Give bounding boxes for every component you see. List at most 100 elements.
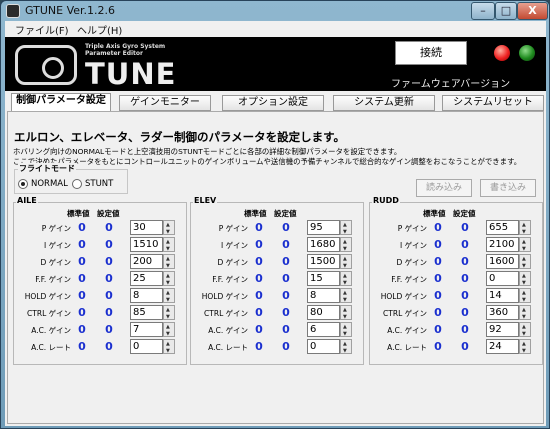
load-button[interactable]: 読み込み: [416, 179, 472, 197]
spin-down-icon[interactable]: ▼: [522, 229, 526, 235]
elev-ac-gain-input[interactable]: 6: [307, 322, 340, 337]
spinner-buttons[interactable]: ▲ ▼: [340, 305, 352, 320]
spinner-buttons[interactable]: ▲ ▼: [340, 271, 352, 286]
write-button[interactable]: 書き込み: [480, 179, 536, 197]
rudd-ctrl-gain-input[interactable]: 360: [486, 305, 519, 320]
spinner-buttons[interactable]: ▲ ▼: [340, 254, 352, 269]
elev-ctrl-gain-input[interactable]: 80: [307, 305, 340, 320]
elev-d-gain-input[interactable]: 1500: [307, 254, 340, 269]
elev-ff-gain-input[interactable]: 15: [307, 271, 340, 286]
spin-up-icon[interactable]: ▲: [522, 341, 526, 347]
spin-down-icon[interactable]: ▼: [343, 348, 347, 354]
spin-up-icon[interactable]: ▲: [166, 324, 170, 330]
spin-up-icon[interactable]: ▲: [166, 222, 170, 228]
spinner-buttons[interactable]: ▲ ▼: [163, 254, 175, 269]
spin-up-icon[interactable]: ▲: [522, 307, 526, 313]
spin-up-icon[interactable]: ▲: [522, 222, 526, 228]
spin-up-icon[interactable]: ▲: [166, 307, 170, 313]
title-bar[interactable]: GTUNE Ver.1.2.6 – □ X: [1, 1, 549, 21]
tab-options[interactable]: オプション設定: [222, 95, 324, 111]
aile-ctrl-gain-input[interactable]: 85: [130, 305, 163, 320]
spin-down-icon[interactable]: ▼: [522, 348, 526, 354]
spin-down-icon[interactable]: ▼: [343, 280, 347, 286]
elev-ac-rate-input[interactable]: 0: [307, 339, 340, 354]
spinner-buttons[interactable]: ▲ ▼: [519, 288, 531, 303]
menu-file[interactable]: ファイル(F): [15, 22, 69, 37]
spinner-buttons[interactable]: ▲ ▼: [163, 339, 175, 354]
spin-up-icon[interactable]: ▲: [166, 290, 170, 296]
rudd-d-gain-input[interactable]: 1600: [486, 254, 519, 269]
spin-down-icon[interactable]: ▼: [166, 280, 170, 286]
aile-d-gain-input[interactable]: 200: [130, 254, 163, 269]
elev-i-gain-input[interactable]: 1680: [307, 237, 340, 252]
tab-gain-monitor[interactable]: ゲインモニター: [119, 95, 211, 111]
spin-down-icon[interactable]: ▼: [166, 331, 170, 337]
spinner-buttons[interactable]: ▲ ▼: [163, 305, 175, 320]
spinner-buttons[interactable]: ▲ ▼: [163, 288, 175, 303]
aile-hold-gain-input[interactable]: 8: [130, 288, 163, 303]
spin-up-icon[interactable]: ▲: [343, 324, 347, 330]
spin-up-icon[interactable]: ▲: [522, 256, 526, 262]
menu-help[interactable]: ヘルプ(H): [77, 22, 122, 37]
rudd-ac-rate-input[interactable]: 24: [486, 339, 519, 354]
maximize-button[interactable]: □: [495, 2, 517, 20]
tab-system-reset[interactable]: システムリセット: [442, 95, 544, 111]
spin-up-icon[interactable]: ▲: [522, 324, 526, 330]
spinner-buttons[interactable]: ▲ ▼: [340, 288, 352, 303]
spin-up-icon[interactable]: ▲: [343, 290, 347, 296]
rudd-ff-gain-input[interactable]: 0: [486, 271, 519, 286]
spin-down-icon[interactable]: ▼: [166, 263, 170, 269]
rudd-hold-gain-input[interactable]: 14: [486, 288, 519, 303]
tab-control-parameters[interactable]: 制御パラメータ設定: [11, 93, 111, 112]
spin-up-icon[interactable]: ▲: [343, 222, 347, 228]
spinner-buttons[interactable]: ▲ ▼: [340, 322, 352, 337]
spinner-buttons[interactable]: ▲ ▼: [340, 220, 352, 235]
tab-system-update[interactable]: システム更新: [333, 95, 435, 111]
spin-down-icon[interactable]: ▼: [522, 280, 526, 286]
spin-up-icon[interactable]: ▲: [166, 273, 170, 279]
spinner-buttons[interactable]: ▲ ▼: [163, 271, 175, 286]
aile-ac-rate-input[interactable]: 0: [130, 339, 163, 354]
spin-up-icon[interactable]: ▲: [343, 273, 347, 279]
stunt-mode-radio[interactable]: [72, 179, 82, 189]
spin-up-icon[interactable]: ▲: [343, 307, 347, 313]
spinner-buttons[interactable]: ▲ ▼: [519, 220, 531, 235]
spin-down-icon[interactable]: ▼: [522, 297, 526, 303]
spin-down-icon[interactable]: ▼: [343, 263, 347, 269]
elev-hold-gain-input[interactable]: 8: [307, 288, 340, 303]
spin-up-icon[interactable]: ▲: [522, 290, 526, 296]
spin-down-icon[interactable]: ▼: [522, 314, 526, 320]
spin-down-icon[interactable]: ▼: [166, 314, 170, 320]
spin-up-icon[interactable]: ▲: [166, 341, 170, 347]
spinner-buttons[interactable]: ▲ ▼: [519, 254, 531, 269]
spin-down-icon[interactable]: ▼: [166, 229, 170, 235]
aile-p-gain-input[interactable]: 30: [130, 220, 163, 235]
spin-up-icon[interactable]: ▲: [343, 239, 347, 245]
connect-button[interactable]: 接続: [395, 41, 467, 65]
spinner-buttons[interactable]: ▲ ▼: [340, 339, 352, 354]
minimize-button[interactable]: –: [471, 2, 495, 20]
spin-down-icon[interactable]: ▼: [343, 297, 347, 303]
spin-down-icon[interactable]: ▼: [343, 229, 347, 235]
rudd-p-gain-input[interactable]: 655: [486, 220, 519, 235]
spinner-buttons[interactable]: ▲ ▼: [163, 322, 175, 337]
spin-up-icon[interactable]: ▲: [522, 273, 526, 279]
spin-down-icon[interactable]: ▼: [522, 246, 526, 252]
aile-ff-gain-input[interactable]: 25: [130, 271, 163, 286]
elev-p-gain-input[interactable]: 95: [307, 220, 340, 235]
spinner-buttons[interactable]: ▲ ▼: [519, 305, 531, 320]
spin-down-icon[interactable]: ▼: [522, 263, 526, 269]
spinner-buttons[interactable]: ▲ ▼: [519, 322, 531, 337]
spinner-buttons[interactable]: ▲ ▼: [340, 237, 352, 252]
spin-up-icon[interactable]: ▲: [166, 239, 170, 245]
rudd-ac-gain-input[interactable]: 92: [486, 322, 519, 337]
spin-down-icon[interactable]: ▼: [343, 331, 347, 337]
spin-up-icon[interactable]: ▲: [166, 256, 170, 262]
spinner-buttons[interactable]: ▲ ▼: [519, 271, 531, 286]
spin-up-icon[interactable]: ▲: [343, 256, 347, 262]
close-button[interactable]: X: [517, 2, 548, 20]
aile-ac-gain-input[interactable]: 7: [130, 322, 163, 337]
normal-mode-label[interactable]: NORMAL: [31, 179, 68, 189]
spin-up-icon[interactable]: ▲: [522, 239, 526, 245]
spinner-buttons[interactable]: ▲ ▼: [519, 339, 531, 354]
